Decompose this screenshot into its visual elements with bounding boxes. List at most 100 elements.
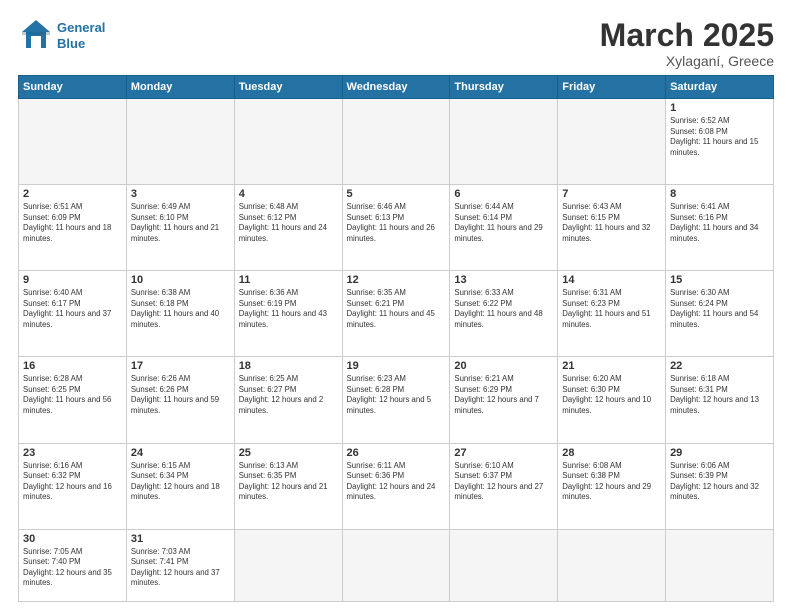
calendar-table: Sunday Monday Tuesday Wednesday Thursday… <box>18 75 774 602</box>
calendar-cell: 6 Sunrise: 6:44 AM Sunset: 6:14 PM Daylig… <box>450 185 558 271</box>
day-info: Sunrise: 6:40 AM Sunset: 6:17 PM Dayligh… <box>23 288 122 330</box>
day-number: 20 <box>454 360 553 372</box>
calendar-cell <box>342 529 450 601</box>
day-number: 29 <box>670 447 769 459</box>
calendar-cell: 22 Sunrise: 6:18 AM Sunset: 6:31 PM Dayli… <box>666 357 774 443</box>
day-info: Sunrise: 6:16 AM Sunset: 6:32 PM Dayligh… <box>23 461 122 503</box>
col-friday: Friday <box>558 76 666 99</box>
day-number: 19 <box>347 360 446 372</box>
calendar-cell: 29 Sunrise: 6:06 AM Sunset: 6:39 PM Dayli… <box>666 443 774 529</box>
day-info: Sunrise: 6:33 AM Sunset: 6:22 PM Dayligh… <box>454 288 553 330</box>
title-block: March 2025 Xylaganí, Greece <box>600 18 774 69</box>
day-info: Sunrise: 6:11 AM Sunset: 6:36 PM Dayligh… <box>347 461 446 503</box>
page: General Blue March 2025 Xylaganí, Greece… <box>0 0 792 612</box>
calendar-cell: 19 Sunrise: 6:23 AM Sunset: 6:28 PM Dayli… <box>342 357 450 443</box>
calendar-cell: 18Sunrise: 6:25 AM Sunset: 6:27 PM Dayli… <box>234 357 342 443</box>
col-wednesday: Wednesday <box>342 76 450 99</box>
day-info: Sunrise: 6:30 AM Sunset: 6:24 PM Dayligh… <box>670 288 769 330</box>
calendar-cell: 16Sunrise: 6:28 AM Sunset: 6:25 PM Dayli… <box>19 357 127 443</box>
day-number: 31 <box>131 533 230 545</box>
col-saturday: Saturday <box>666 76 774 99</box>
calendar-cell: 24 Sunrise: 6:15 AM Sunset: 6:34 PM Dayli… <box>126 443 234 529</box>
day-number: 21 <box>562 360 661 372</box>
day-number: 3 <box>131 188 230 200</box>
day-info: Sunrise: 6:23 AM Sunset: 6:28 PM Dayligh… <box>347 374 446 416</box>
day-number: 14 <box>562 274 661 286</box>
day-info: Sunrise: 6:44 AM Sunset: 6:14 PM Dayligh… <box>454 202 553 244</box>
day-info: Sunrise: 6:41 AM Sunset: 6:16 PM Dayligh… <box>670 202 769 244</box>
calendar-cell: 10Sunrise: 6:38 AM Sunset: 6:18 PM Dayli… <box>126 271 234 357</box>
day-info: Sunrise: 6:15 AM Sunset: 6:34 PM Dayligh… <box>131 461 230 503</box>
day-number: 11 <box>239 274 338 286</box>
logo-general: General <box>57 20 105 35</box>
day-info: Sunrise: 6:52 AM Sunset: 6:08 PM Dayligh… <box>670 116 769 158</box>
day-number: 4 <box>239 188 338 200</box>
calendar-cell: 21 Sunrise: 6:20 AM Sunset: 6:30 PM Dayli… <box>558 357 666 443</box>
calendar-cell: 28 Sunrise: 6:08 AM Sunset: 6:38 PM Dayli… <box>558 443 666 529</box>
day-number: 15 <box>670 274 769 286</box>
calendar-cell: 3 Sunrise: 6:49 AM Sunset: 6:10 PM Daylig… <box>126 185 234 271</box>
day-number: 13 <box>454 274 553 286</box>
calendar-cell: 1 Sunrise: 6:52 AM Sunset: 6:08 PM Daylig… <box>666 99 774 185</box>
month-title: March 2025 <box>600 18 774 53</box>
generalblue-logo-icon <box>18 18 54 54</box>
calendar-cell: 8 Sunrise: 6:41 AM Sunset: 6:16 PM Daylig… <box>666 185 774 271</box>
col-monday: Monday <box>126 76 234 99</box>
day-info: Sunrise: 6:43 AM Sunset: 6:15 PM Dayligh… <box>562 202 661 244</box>
day-number: 23 <box>23 447 122 459</box>
day-info: Sunrise: 6:26 AM Sunset: 6:26 PM Dayligh… <box>131 374 230 416</box>
day-info: Sunrise: 6:18 AM Sunset: 6:31 PM Dayligh… <box>670 374 769 416</box>
day-number: 6 <box>454 188 553 200</box>
day-info: Sunrise: 6:20 AM Sunset: 6:30 PM Dayligh… <box>562 374 661 416</box>
calendar-header-row: Sunday Monday Tuesday Wednesday Thursday… <box>19 76 774 99</box>
calendar-cell <box>450 529 558 601</box>
calendar-cell: 11Sunrise: 6:36 AM Sunset: 6:19 PM Dayli… <box>234 271 342 357</box>
calendar-cell: 9Sunrise: 6:40 AM Sunset: 6:17 PM Daylig… <box>19 271 127 357</box>
day-number: 17 <box>131 360 230 372</box>
day-info: Sunrise: 6:38 AM Sunset: 6:18 PM Dayligh… <box>131 288 230 330</box>
calendar-cell: 20 Sunrise: 6:21 AM Sunset: 6:29 PM Dayli… <box>450 357 558 443</box>
day-number: 28 <box>562 447 661 459</box>
calendar-cell: 2 Sunrise: 6:51 AM Sunset: 6:09 PM Daylig… <box>19 185 127 271</box>
day-info: Sunrise: 6:51 AM Sunset: 6:09 PM Dayligh… <box>23 202 122 244</box>
day-number: 26 <box>347 447 446 459</box>
day-number: 30 <box>23 533 122 545</box>
calendar-cell: 31 Sunrise: 7:03 AM Sunset: 7:41 PM Dayli… <box>126 529 234 601</box>
day-number: 8 <box>670 188 769 200</box>
header: General Blue March 2025 Xylaganí, Greece <box>18 18 774 69</box>
calendar-cell <box>450 99 558 185</box>
calendar-cell: 30 Sunrise: 7:05 AM Sunset: 7:40 PM Dayli… <box>19 529 127 601</box>
calendar-cell: 17 Sunrise: 6:26 AM Sunset: 6:26 PM Dayli… <box>126 357 234 443</box>
day-number: 18 <box>239 360 338 372</box>
day-info: Sunrise: 6:13 AM Sunset: 6:35 PM Dayligh… <box>239 461 338 503</box>
day-number: 16 <box>23 360 122 372</box>
col-tuesday: Tuesday <box>234 76 342 99</box>
day-info: Sunrise: 6:21 AM Sunset: 6:29 PM Dayligh… <box>454 374 553 416</box>
day-info: Sunrise: 6:08 AM Sunset: 6:38 PM Dayligh… <box>562 461 661 503</box>
day-number: 22 <box>670 360 769 372</box>
calendar-cell <box>234 99 342 185</box>
location-subtitle: Xylaganí, Greece <box>600 53 774 69</box>
day-number: 12 <box>347 274 446 286</box>
calendar-cell: 14 Sunrise: 6:31 AM Sunset: 6:23 PM Dayli… <box>558 271 666 357</box>
day-number: 24 <box>131 447 230 459</box>
day-info: Sunrise: 7:03 AM Sunset: 7:41 PM Dayligh… <box>131 547 230 589</box>
day-info: Sunrise: 6:06 AM Sunset: 6:39 PM Dayligh… <box>670 461 769 503</box>
day-info: Sunrise: 6:49 AM Sunset: 6:10 PM Dayligh… <box>131 202 230 244</box>
calendar-cell <box>234 529 342 601</box>
calendar-cell <box>558 99 666 185</box>
calendar-cell: 15 Sunrise: 6:30 AM Sunset: 6:24 PM Dayli… <box>666 271 774 357</box>
day-info: Sunrise: 7:05 AM Sunset: 7:40 PM Dayligh… <box>23 547 122 589</box>
calendar-cell: 25 Sunrise: 6:13 AM Sunset: 6:35 PM Dayli… <box>234 443 342 529</box>
day-info: Sunrise: 6:31 AM Sunset: 6:23 PM Dayligh… <box>562 288 661 330</box>
day-info: Sunrise: 6:35 AM Sunset: 6:21 PM Dayligh… <box>347 288 446 330</box>
day-number: 2 <box>23 188 122 200</box>
calendar-cell: 23 Sunrise: 6:16 AM Sunset: 6:32 PM Dayli… <box>19 443 127 529</box>
calendar-cell <box>342 99 450 185</box>
day-number: 27 <box>454 447 553 459</box>
calendar-cell <box>126 99 234 185</box>
logo: General Blue <box>18 18 105 54</box>
col-sunday: Sunday <box>19 76 127 99</box>
day-number: 1 <box>670 102 769 114</box>
day-number: 25 <box>239 447 338 459</box>
